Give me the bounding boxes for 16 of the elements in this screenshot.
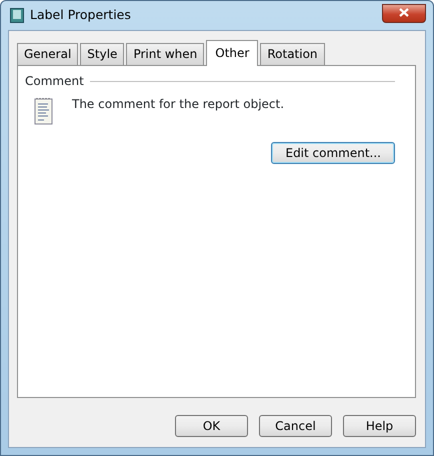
cancel-button[interactable]: Cancel — [259, 415, 332, 437]
app-icon — [10, 8, 24, 23]
ok-button[interactable]: OK — [175, 415, 248, 437]
tab[interactable]: Style — [80, 43, 124, 65]
close-button[interactable] — [382, 4, 426, 23]
group-heading: Comment — [25, 73, 84, 90]
comment-text: The comment for the report object. — [72, 96, 284, 113]
tab[interactable]: General — [17, 43, 78, 65]
notepad-icon — [34, 97, 54, 125]
tab[interactable]: Other — [206, 40, 258, 66]
edit-comment-button[interactable]: Edit comment... — [271, 142, 395, 164]
tab[interactable]: Print when — [126, 43, 204, 65]
window-title: Label Properties — [30, 6, 131, 24]
tab[interactable]: Rotation — [260, 43, 325, 65]
help-button[interactable]: Help — [343, 415, 416, 437]
close-icon — [399, 8, 409, 18]
